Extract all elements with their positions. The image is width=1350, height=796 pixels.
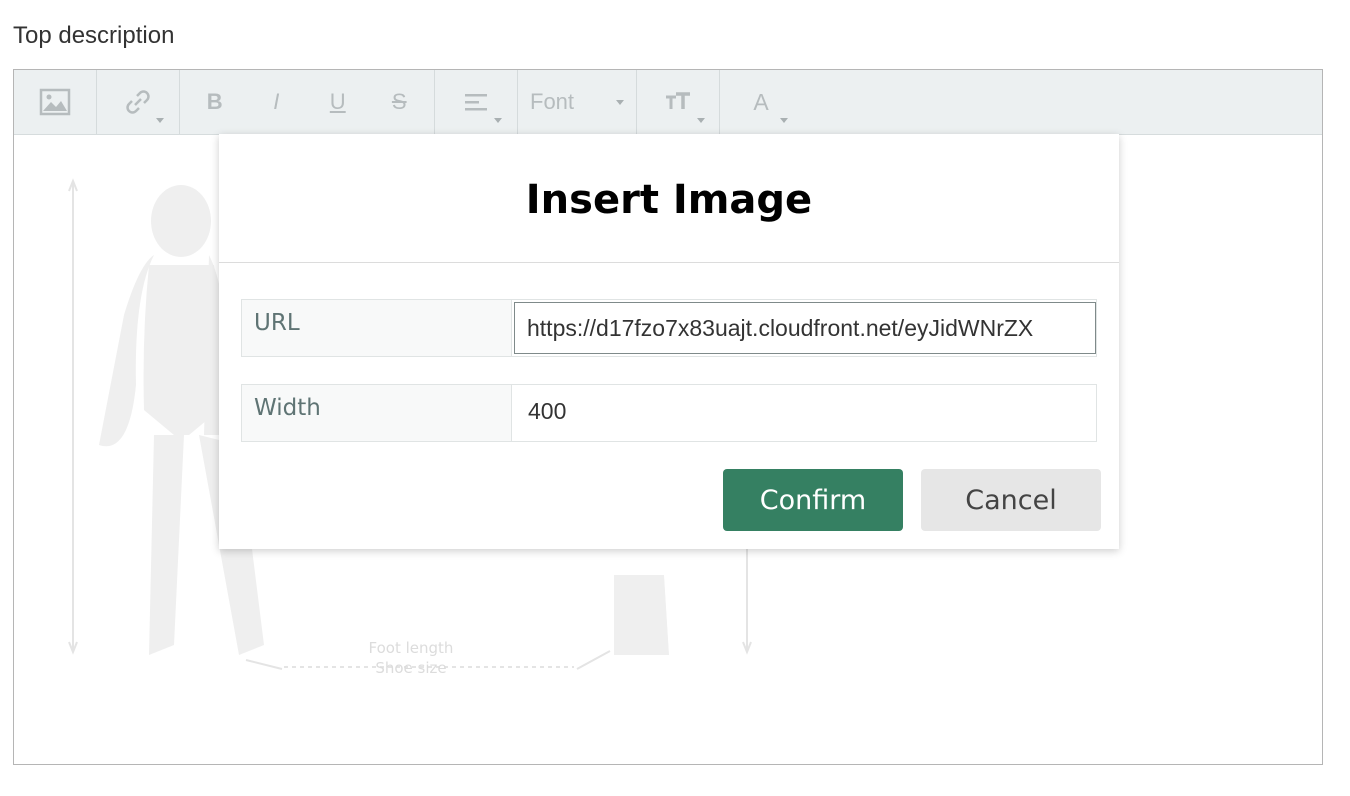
url-label: URL bbox=[242, 300, 512, 356]
toolbar-group-color: A bbox=[720, 70, 802, 134]
chevron-down-icon bbox=[697, 118, 705, 123]
width-label: Width bbox=[242, 385, 512, 441]
chevron-down-icon bbox=[156, 118, 164, 123]
field-label: Top description bbox=[13, 22, 175, 49]
font-color-button[interactable]: A bbox=[732, 70, 790, 134]
bold-icon: B bbox=[206, 89, 223, 114]
width-field-wrap[interactable]: 400 bbox=[512, 385, 1096, 441]
bold-button[interactable]: B bbox=[190, 70, 240, 134]
italic-icon: I bbox=[273, 89, 280, 114]
insert-image-dialog: Insert Image URL Width 400 Confirm Cance… bbox=[219, 134, 1119, 549]
align-button[interactable] bbox=[447, 70, 505, 134]
underline-button[interactable]: U bbox=[313, 70, 363, 134]
align-icon bbox=[465, 94, 487, 111]
font-color-icon: A bbox=[753, 88, 769, 115]
toolbar-group-font: Font bbox=[518, 70, 637, 134]
strikethrough-icon: S bbox=[391, 89, 407, 114]
cancel-button[interactable]: Cancel bbox=[921, 469, 1101, 531]
confirm-button[interactable]: Confirm bbox=[723, 469, 903, 531]
toolbar-group-format: B I U S bbox=[180, 70, 435, 134]
strikethrough-button[interactable]: S bbox=[374, 70, 424, 134]
link-icon bbox=[126, 90, 150, 114]
image-icon bbox=[39, 88, 71, 116]
font-size-icon bbox=[666, 92, 690, 109]
chevron-down-icon bbox=[780, 118, 788, 123]
editor-toolbar: B I U S Font A bbox=[14, 70, 1322, 135]
font-dropdown-label: Font bbox=[530, 89, 575, 114]
font-dropdown[interactable]: Font bbox=[530, 70, 624, 134]
insert-image-button[interactable] bbox=[26, 70, 84, 134]
dialog-title: Insert Image bbox=[219, 134, 1119, 263]
font-size-button[interactable] bbox=[649, 70, 707, 134]
underline-icon: U bbox=[329, 89, 346, 114]
url-row: URL bbox=[241, 299, 1097, 357]
toolbar-group-image bbox=[14, 70, 97, 134]
toolbar-group-link bbox=[97, 70, 180, 134]
url-field-wrap bbox=[512, 300, 1096, 356]
chart-annotation-shoe-size: Shoe size bbox=[375, 659, 446, 677]
italic-button[interactable]: I bbox=[251, 70, 301, 134]
insert-link-button[interactable] bbox=[109, 70, 167, 134]
url-input[interactable] bbox=[514, 302, 1096, 354]
toolbar-group-align bbox=[435, 70, 518, 134]
width-row: Width 400 bbox=[241, 384, 1097, 442]
chevron-down-icon bbox=[616, 100, 624, 105]
chevron-down-icon bbox=[494, 118, 502, 123]
toolbar-group-size bbox=[637, 70, 720, 134]
chart-annotation-foot-length: Foot length bbox=[369, 639, 454, 657]
width-input[interactable]: 400 bbox=[512, 385, 1096, 438]
